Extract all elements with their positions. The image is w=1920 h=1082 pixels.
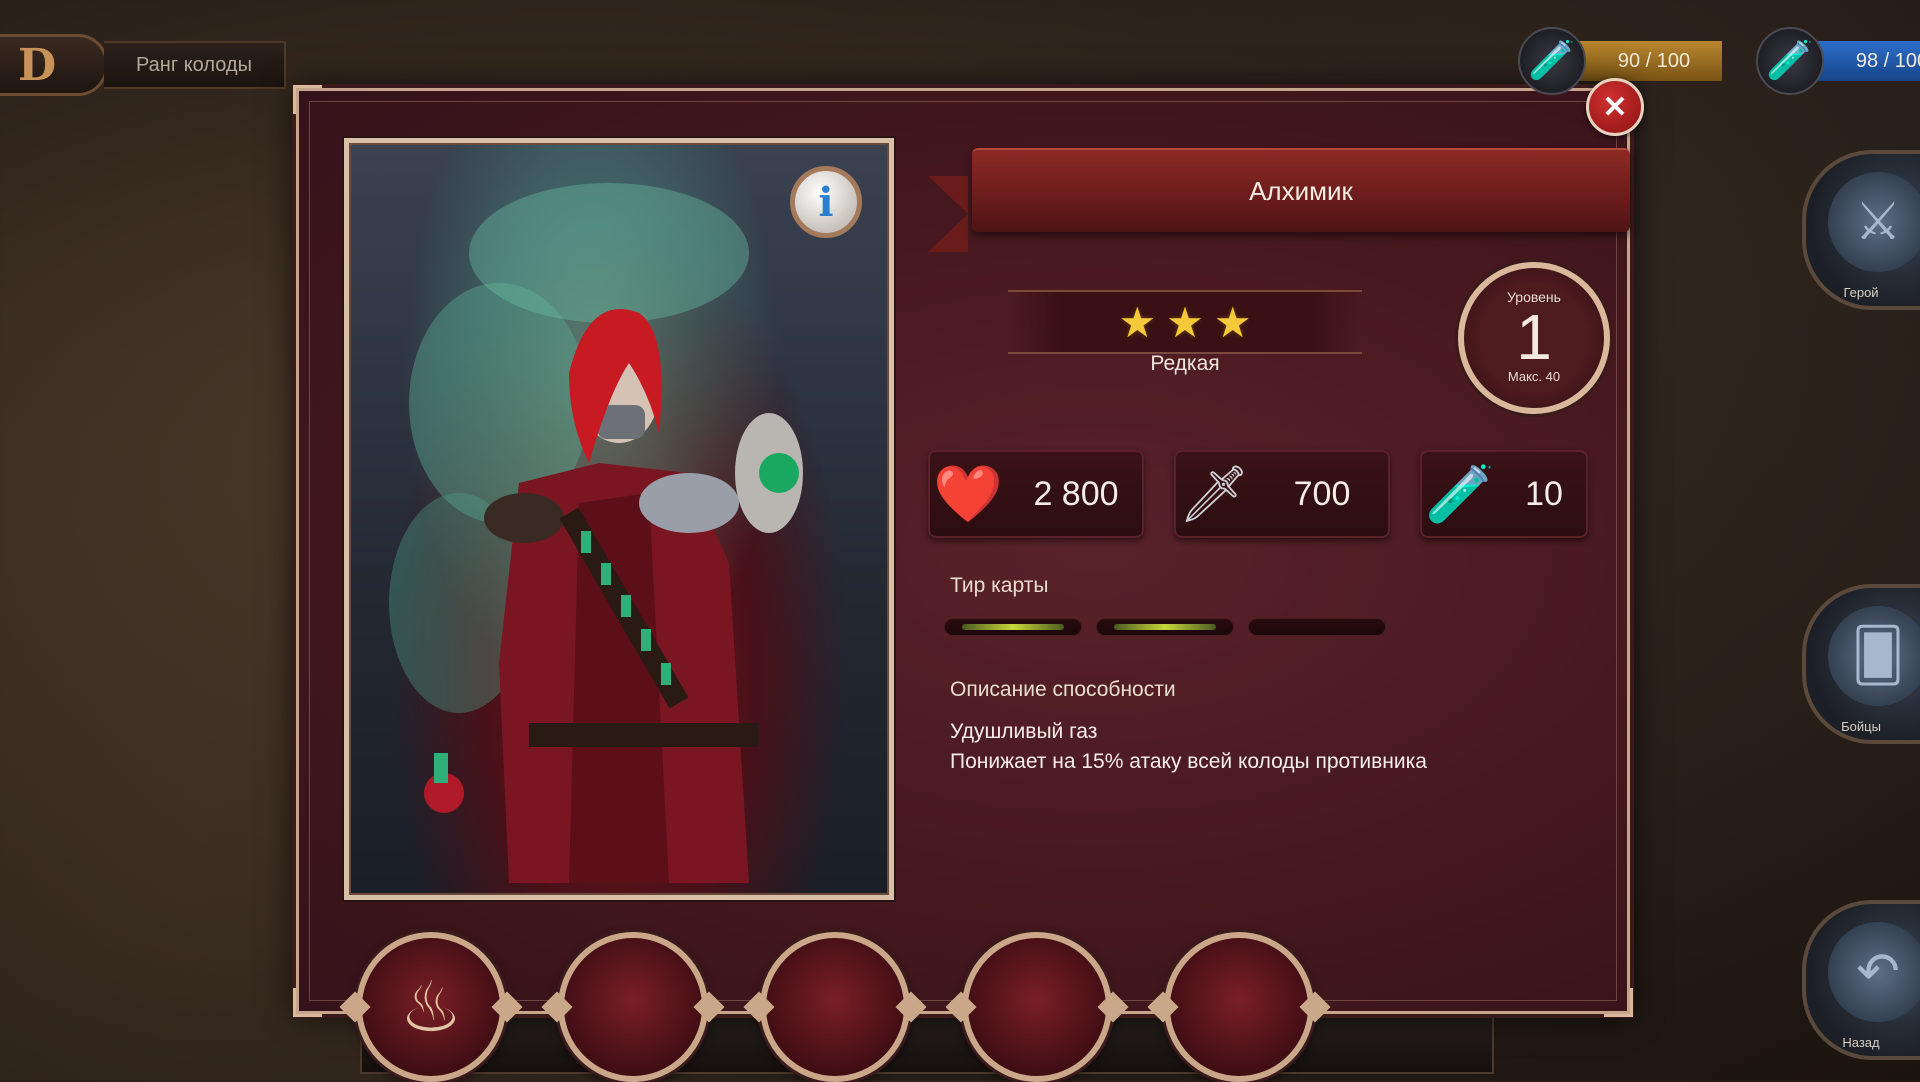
level-value: 1 xyxy=(1516,300,1552,373)
mana-cost-stat: 🧪 10 xyxy=(1420,450,1588,538)
tier-label: Тир карты xyxy=(950,574,1049,597)
attack-value: 700 xyxy=(1293,474,1351,513)
rarity-stars: ★ ★ ★ xyxy=(1008,290,1362,354)
tier-slot-filled xyxy=(1096,618,1234,636)
heart-icon: ❤️ xyxy=(933,462,1003,525)
nav-fighters-label: Бойцы xyxy=(1841,719,1881,734)
nav-back-label: Назад xyxy=(1842,1035,1880,1050)
nav-hero-button[interactable]: ⚔ Герой xyxy=(1802,150,1920,310)
deck-rank[interactable]: D Ранг колоды xyxy=(0,34,286,96)
alchemist-illustration xyxy=(389,183,803,883)
star-icon: ★ xyxy=(1213,298,1252,346)
level-max: Макс. 40 xyxy=(1507,368,1561,384)
rune-socket-2[interactable] xyxy=(558,932,708,1082)
tier-slot-empty xyxy=(1248,618,1386,636)
sword-icon: 🗡 xyxy=(1178,462,1250,525)
health-stat: ❤️ 2 800 xyxy=(928,450,1144,538)
level-medallion: Уровень 1 Макс. 40 xyxy=(1458,262,1610,414)
nav-fighters-button[interactable]: 🂠 Бойцы xyxy=(1802,584,1920,744)
rune-socket-5[interactable] xyxy=(1164,932,1314,1082)
rune-socket-3[interactable] xyxy=(760,932,910,1082)
ability-description: Понижает на 15% атаку всей колоды против… xyxy=(950,750,1427,773)
ability-heading: Описание способности xyxy=(950,678,1176,701)
rune-socket-1[interactable]: ♨ xyxy=(356,932,506,1082)
tier-slot-filled xyxy=(944,618,1082,636)
nav-hero-label: Герой xyxy=(1843,285,1879,300)
rank-label: Ранг колоды xyxy=(104,41,286,89)
mana-potion-icon: 🧪 xyxy=(1425,462,1495,525)
card-name: Алхимик xyxy=(972,148,1630,232)
mana-resource[interactable]: 🧪 98 / 100 xyxy=(1756,27,1920,95)
frame-corner xyxy=(293,85,322,114)
mana-value: 98 / 100 xyxy=(1810,41,1920,81)
close-button[interactable]: ✕ xyxy=(1586,78,1644,136)
back-arrow-icon: ↶ xyxy=(1828,922,1920,1022)
attack-stat: 🗡 700 xyxy=(1174,450,1390,538)
cards-icon: 🂠 xyxy=(1828,606,1920,706)
health-value: 2 800 xyxy=(1033,474,1119,513)
gold-potion-icon: 🧪 xyxy=(1518,27,1586,95)
star-icon: ★ xyxy=(1118,298,1157,346)
mana-potion-icon: 🧪 xyxy=(1756,27,1824,95)
frame-corner xyxy=(1604,988,1633,1017)
gold-value: 90 / 100 xyxy=(1572,41,1722,81)
rarity-label: Редкая xyxy=(1150,352,1220,375)
nav-back-button[interactable]: ↶ Назад xyxy=(1802,900,1920,1060)
card-artwork xyxy=(344,138,894,900)
knight-icon: ⚔ xyxy=(1828,172,1920,272)
ability-name: Удушливый газ xyxy=(950,720,1098,743)
frame-corner xyxy=(293,988,322,1017)
ribbon-tail xyxy=(928,176,968,252)
star-icon: ★ xyxy=(1166,298,1204,346)
mana-cost-value: 10 xyxy=(1525,474,1563,513)
rank-letter: D xyxy=(0,34,108,96)
flame-rune-icon: ♨ xyxy=(399,968,463,1046)
rune-socket-4[interactable] xyxy=(962,932,1112,1082)
info-button[interactable]: i xyxy=(790,166,862,238)
